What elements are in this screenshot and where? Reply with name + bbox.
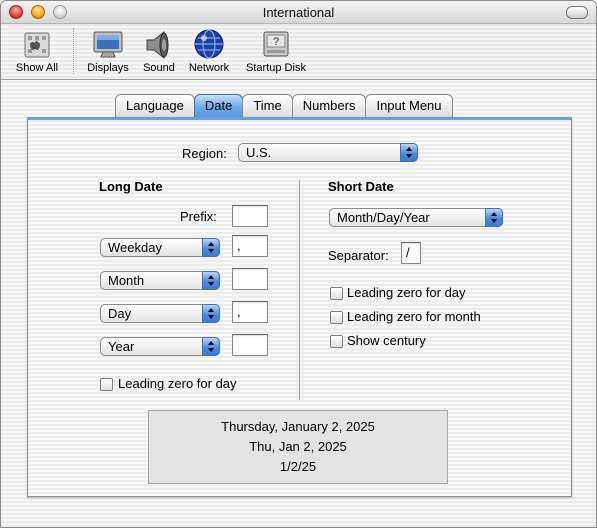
short-leading-zero-day-label: Leading zero for day bbox=[347, 285, 466, 300]
toolbar: Show All Displays Sound Network ? Startu… bbox=[1, 24, 596, 80]
toolbar-label-startup-disk: Startup Disk bbox=[246, 62, 306, 74]
region-value: U.S. bbox=[246, 145, 272, 160]
toolbar-toggle-button[interactable] bbox=[566, 6, 588, 19]
toolbar-show-all[interactable]: Show All bbox=[9, 28, 65, 74]
toolbar-label-show-all: Show All bbox=[15, 62, 59, 74]
window-title: International bbox=[262, 5, 335, 20]
show-all-icon bbox=[21, 28, 53, 60]
day-separator-field[interactable]: , bbox=[232, 301, 268, 323]
short-date-heading: Short Date bbox=[328, 179, 394, 194]
short-date-format-value: Month/Day/Year bbox=[337, 210, 430, 225]
long-leading-zero-day-checkbox[interactable] bbox=[100, 378, 113, 391]
year-value: Year bbox=[108, 339, 135, 354]
prefix-field[interactable] bbox=[232, 205, 268, 227]
toolbar-startup-disk[interactable]: ? Startup Disk bbox=[239, 28, 313, 74]
tab-bar: Language Date Time Numbers Input Menu bbox=[115, 94, 453, 118]
toolbar-label-sound: Sound bbox=[143, 62, 175, 74]
popup-arrows-icon bbox=[485, 208, 503, 227]
short-date-separator-field[interactable]: / bbox=[401, 242, 421, 264]
month-separator-field[interactable] bbox=[232, 268, 268, 290]
toolbar-network[interactable]: Network bbox=[185, 28, 233, 74]
column-divider bbox=[299, 180, 300, 400]
region-label: Region: bbox=[182, 146, 227, 161]
toolbar-displays[interactable]: Displays bbox=[83, 28, 133, 74]
short-date-format-popup[interactable]: Month/Day/Year bbox=[329, 208, 503, 227]
tab-language[interactable]: Language bbox=[115, 94, 195, 117]
date-preview: Thursday, January 2, 2025 Thu, Jan 2, 20… bbox=[148, 410, 448, 484]
show-century-checkbox[interactable] bbox=[330, 335, 343, 348]
long-leading-zero-day-label: Leading zero for day bbox=[118, 376, 237, 391]
title-bar[interactable]: International bbox=[1, 1, 596, 24]
popup-arrows-icon bbox=[202, 271, 220, 290]
separator-label: Separator: bbox=[328, 248, 389, 263]
popup-arrows-icon bbox=[400, 143, 418, 162]
long-date-weekday-popup[interactable]: Weekday bbox=[100, 238, 220, 257]
popup-arrows-icon bbox=[202, 337, 220, 356]
tab-input-menu[interactable]: Input Menu bbox=[365, 94, 453, 117]
long-date-heading: Long Date bbox=[99, 179, 163, 194]
speaker-icon bbox=[143, 28, 175, 60]
disk-icon: ? bbox=[260, 28, 292, 60]
region-popup[interactable]: U.S. bbox=[238, 143, 418, 162]
month-value: Month bbox=[108, 273, 145, 288]
toolbar-separator bbox=[73, 28, 74, 74]
long-date-month-popup[interactable]: Month bbox=[100, 271, 220, 290]
date-panel: Region: U.S. Long Date Prefix: Weekday ,… bbox=[27, 117, 572, 497]
year-separator-field[interactable] bbox=[232, 334, 268, 356]
show-century-label: Show century bbox=[347, 333, 426, 348]
weekday-value: Weekday bbox=[108, 240, 162, 255]
toolbar-label-displays: Displays bbox=[87, 62, 129, 74]
popup-arrows-icon bbox=[202, 238, 220, 257]
short-leading-zero-month-label: Leading zero for month bbox=[347, 309, 481, 324]
tab-numbers[interactable]: Numbers bbox=[291, 94, 367, 117]
short-leading-zero-day-checkbox[interactable] bbox=[330, 287, 343, 300]
short-leading-zero-month-checkbox[interactable] bbox=[330, 311, 343, 324]
globe-icon bbox=[193, 28, 225, 60]
toolbar-label-network: Network bbox=[188, 62, 230, 74]
toolbar-sound[interactable]: Sound bbox=[139, 28, 179, 74]
preview-short: 1/2/25 bbox=[279, 459, 317, 474]
preview-medium: Thu, Jan 2, 2025 bbox=[249, 439, 347, 454]
popup-arrows-icon bbox=[202, 304, 220, 323]
day-value: Day bbox=[108, 306, 132, 321]
display-icon bbox=[92, 28, 124, 60]
international-window: International Show All Displays Sound Ne… bbox=[0, 0, 597, 528]
tab-time[interactable]: Time bbox=[242, 94, 293, 117]
preview-long: Thursday, January 2, 2025 bbox=[221, 419, 375, 434]
tab-date[interactable]: Date bbox=[193, 94, 244, 117]
long-date-year-popup[interactable]: Year bbox=[100, 337, 220, 356]
long-date-day-popup[interactable]: Day bbox=[100, 304, 220, 323]
svg-text:?: ? bbox=[273, 36, 279, 48]
prefix-label: Prefix: bbox=[180, 209, 217, 224]
weekday-separator-field[interactable]: , bbox=[232, 235, 268, 257]
